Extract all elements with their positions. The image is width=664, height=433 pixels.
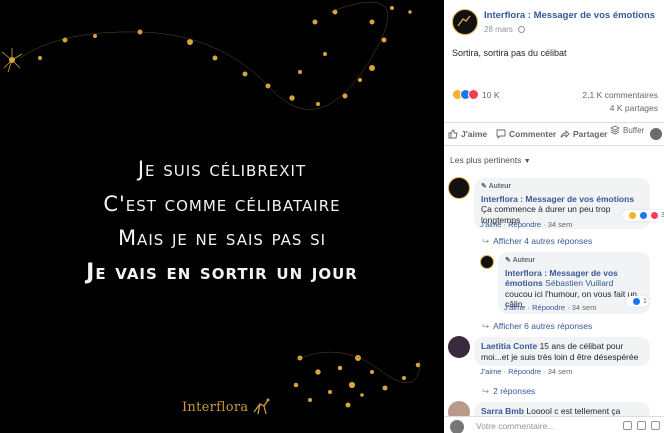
comment-like-link[interactable]: J'aime (480, 220, 501, 229)
show-more-replies[interactable]: ↪ Afficher 4 autres réponses (482, 236, 592, 247)
buffer-icon (610, 125, 620, 135)
quote-line-1: Je suis célibrexit (137, 157, 307, 181)
composer-icons (623, 421, 660, 430)
reply-reply-link[interactable]: Répondre (532, 303, 565, 312)
post-date[interactable]: 28 mars (484, 25, 526, 34)
comment-bubble: Laetitia Conte 15 ans de célibat pour mo… (474, 337, 650, 366)
share-label: Partager (573, 129, 608, 139)
gif-icon[interactable] (651, 421, 660, 430)
brand-name: Interflora (182, 399, 249, 415)
love-reaction-icon (650, 211, 659, 220)
comment-avatar[interactable] (448, 177, 470, 199)
reply-reaction-count: 1 (643, 298, 647, 305)
like-label: J'aime (461, 129, 488, 139)
quote-line-4: Je vais en sortir un jour (86, 259, 358, 285)
more-options-icon[interactable]: ··· (639, 10, 654, 24)
comment-reply-link[interactable]: Répondre (508, 220, 541, 229)
reply-meta: J'aime · Répondre · 34 sem (504, 303, 597, 312)
camera-icon[interactable] (637, 421, 646, 430)
comment-reply-link[interactable]: Répondre (508, 367, 541, 376)
post-sidebar: Interflora : Messager de vos émotions 28… (444, 0, 664, 433)
interflora-logo: Interflora (182, 396, 272, 418)
comment-reactions[interactable]: 37 (622, 210, 664, 221)
comment-text: Looool c est tellement ça (526, 406, 621, 416)
post-header: Interflora : Messager de vos émotions 28… (452, 8, 662, 40)
comment-author[interactable]: Laetitia Conte (481, 341, 537, 351)
like-reaction-icon (639, 211, 648, 220)
reply-like-link[interactable]: J'aime (504, 303, 525, 312)
thumbs-up-icon (448, 129, 458, 139)
emoji-icon[interactable] (623, 421, 632, 430)
author-badge: ✎ Auteur (505, 257, 536, 264)
comment-author[interactable]: Interflora : Messager de vos émotions (481, 194, 634, 204)
post-date-text: 28 mars (484, 25, 513, 34)
comment-button[interactable]: Commenter (496, 129, 556, 139)
comment-meta: J'aime · Répondre · 34 sem (480, 367, 573, 376)
haha-reaction-icon (628, 211, 637, 220)
quote-line-3: Mais je ne sais pas si (117, 226, 327, 250)
show-replies-text: 2 réponses (493, 386, 536, 396)
globe-icon (518, 26, 526, 33)
page-name[interactable]: Interflora : Messager de vos émotions (484, 10, 655, 21)
reply-arrow-icon: ↪ (482, 386, 490, 396)
post-image[interactable]: Je suis célibrexit C'est comme célibatai… (0, 0, 444, 433)
caret-down-icon: ▼ (523, 158, 531, 165)
quote-line-2: C'est comme célibataire (103, 191, 341, 216)
reply-time[interactable]: 34 sem (572, 303, 597, 312)
like-button[interactable]: J'aime (448, 129, 487, 139)
comment-avatar[interactable] (448, 336, 470, 358)
comment-label: Commenter (509, 129, 557, 139)
reply-avatar[interactable] (480, 255, 494, 269)
reply-arrow-icon: ↪ (482, 236, 490, 246)
page-avatar[interactable] (452, 9, 478, 35)
comments-count[interactable]: 2,1 K commentaires (582, 90, 658, 100)
comment-like-link[interactable]: J'aime (480, 367, 501, 376)
comment-meta: J'aime · Répondre · 34 sem (480, 220, 573, 229)
reactions-count: 10 K (482, 89, 500, 100)
comment-composer: Votre commentaire... (444, 416, 664, 433)
show-more-replies-text: Afficher 6 autres réponses (493, 321, 593, 331)
shares-count[interactable]: 4 K partages (610, 103, 658, 113)
user-avatar-small[interactable] (650, 128, 662, 140)
author-badge: ✎ Auteur (481, 183, 512, 190)
comment-sort-dropdown[interactable]: Les plus pertinents ▼ (450, 155, 531, 165)
comment-author[interactable]: Sarra Bmb (481, 406, 524, 416)
share-button[interactable]: Partager (560, 129, 608, 139)
comment-input[interactable]: Votre commentaire... (476, 421, 554, 431)
post-actions-bar: J'aime Commenter Partager Buffer (444, 122, 664, 146)
show-replies[interactable]: ↪ 2 réponses (482, 386, 535, 397)
reply-reactions[interactable]: 1 (626, 296, 649, 307)
comment-time[interactable]: 34 sem (548, 367, 573, 376)
buffer-button[interactable]: Buffer (610, 125, 644, 135)
comment-time[interactable]: 34 sem (548, 220, 573, 229)
reply-arrow-icon: ↪ (482, 321, 490, 331)
comment-icon (496, 129, 506, 139)
reply-mention[interactable]: Sébastien Vuillard (545, 278, 613, 288)
sort-label: Les plus pertinents (450, 155, 522, 165)
like-reaction-icon (632, 297, 641, 306)
buffer-label: Buffer (623, 125, 645, 135)
mercury-logo-icon (253, 398, 270, 415)
reactions-summary[interactable]: 10 K (452, 89, 500, 100)
share-icon (560, 129, 570, 139)
current-user-avatar (450, 420, 464, 433)
quote-text: Je suis célibrexit C'est comme célibatai… (0, 152, 444, 290)
post-text: Sortira, sortira pas du célibat (452, 48, 567, 58)
show-more-replies[interactable]: ↪ Afficher 6 autres réponses (482, 321, 592, 332)
post-stats: 10 K 2,1 K commentaires 4 K partages (452, 88, 658, 118)
love-reaction-icon (468, 89, 479, 100)
show-more-replies-text: Afficher 4 autres réponses (493, 236, 593, 246)
page-logo-icon (457, 15, 471, 27)
